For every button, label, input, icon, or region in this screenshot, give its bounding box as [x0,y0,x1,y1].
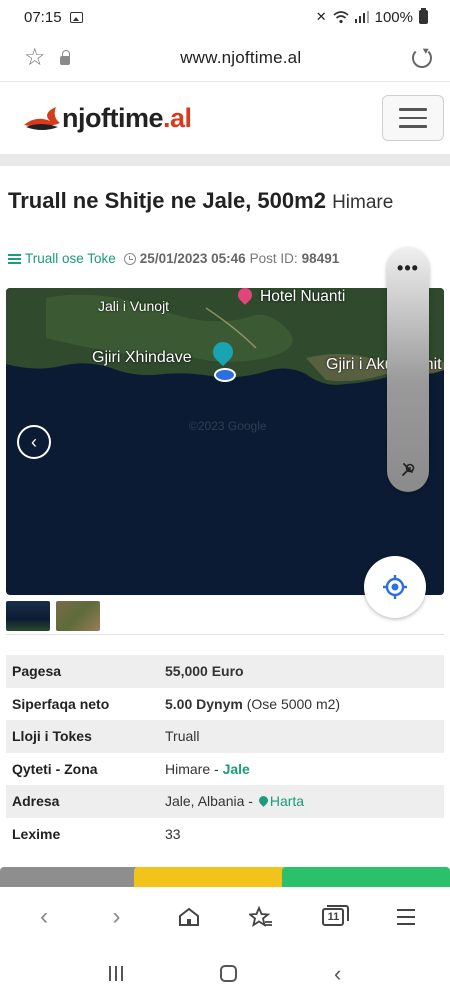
listing-title: Truall ne Shitje ne Jale, 500m2 Himare [8,188,448,214]
table-row: Adresa Jale, Albania - Harta [6,785,444,818]
system-back-icon[interactable]: ‹ [334,961,341,987]
price-value: 55,000 Euro [165,663,244,680]
table-row: Qyteti - Zona Himare - Jale [6,753,444,786]
status-bar: 07:15 ✕ 100% [0,0,450,34]
listing-location: Himare [332,192,394,213]
map-watermark: ©2023 Google [189,419,267,433]
browser-url-bar: ☆ www.njoftime.al [0,34,450,82]
detail-value: 5.00 Dynym (Ose 5000 m2) [159,688,444,721]
header-divider [0,154,450,166]
system-nav-bar: ‹ [0,947,450,1000]
detail-key: Adresa [6,785,159,818]
listing-meta: Truall ose Toke 25/01/2023 05:46 Post ID… [8,251,339,266]
browser-toolbar: ‹ › 11 [0,887,450,947]
url-text[interactable]: www.njoftime.al [180,48,301,68]
detail-key: Siperfaqa neto [12,695,110,712]
site-logo[interactable]: njoftime .al [22,103,192,134]
detail-key: Qyteti - Zona [12,760,98,777]
map-label-gjiri-x: Gjiri Xhindave [92,349,192,366]
detail-value: Jale, Albania - Harta [159,785,444,818]
action-button-green[interactable] [282,867,450,889]
address-text: Jale, Albania - [165,793,257,810]
star-icon[interactable]: ☆ [24,45,46,70]
home-icon[interactable] [169,897,209,937]
section-divider [6,634,444,635]
signal-icon [354,11,369,23]
mute-icon: ✕ [315,9,327,24]
map-image-carousel[interactable]: Hotel Nuanti Jali i Vunojt Gjiri Xhindav… [6,288,444,595]
city-text: Himare - [165,760,223,777]
back-icon[interactable]: ‹ [24,897,64,937]
menu-icon[interactable] [386,897,426,937]
detail-value: Truall [159,720,444,753]
battery-level: 100% [374,8,413,26]
table-row: Siperfaqa neto 5.00 Dynym (Ose 5000 m2) [6,688,444,721]
pin-off-icon[interactable] [398,460,418,480]
table-row: Pagesa 55,000 Euro [6,655,444,688]
floating-side-panel[interactable]: ••• [387,248,429,492]
my-location-button[interactable] [364,556,426,618]
logo-bird-icon [24,107,60,130]
area-value: 5.00 Dynym [165,695,243,712]
post-id: 98491 [301,251,340,266]
category-label: Truall ose Toke [25,251,116,266]
battery-icon [419,8,428,24]
details-table: Pagesa 55,000 Euro Siperfaqa neto 5.00 D… [6,655,444,850]
bookmarks-icon[interactable] [241,897,281,937]
reload-icon[interactable] [412,47,432,68]
clock-icon [123,252,136,265]
logo-name: njoftime [62,102,164,133]
detail-value: 33 [165,825,181,842]
action-button-gray[interactable] [0,867,154,889]
tabs-button[interactable]: 11 [313,897,353,937]
thumbnail-strip [6,601,100,631]
forward-icon[interactable]: › [96,897,136,937]
location-marker-icon [214,368,236,382]
map-label-jali: Jali i Vunojt [98,298,170,314]
map-link[interactable]: Harta [270,793,304,809]
my-location-icon [383,575,407,599]
detail-key: Lloji i Tokes [6,720,159,753]
table-row: Lexime 33 [6,818,444,851]
category-link[interactable]: Truall ose Toke [8,251,116,266]
list-icon [8,253,21,264]
tabs-icon: 11 [322,905,350,926]
detail-value: 55,000 Euro [159,655,444,688]
status-time: 07:15 [24,8,62,26]
detail-value: Himare - Jale [159,753,444,786]
post-id-label: Post ID: [249,251,298,266]
zone-link[interactable]: Jale [223,761,250,777]
post-date: 25/01/2023 05:46 [139,251,246,266]
area-extra: (Ose 5000 m2) [246,695,341,712]
map-terrain [6,288,444,385]
listing-title-text: Truall ne Shitje ne Jale, 500m2 [8,188,326,213]
table-row: Lloji i Tokes Truall [6,720,444,753]
thumbnail-2[interactable] [56,601,100,631]
site-header: njoftime .al [0,82,450,154]
hamburger-menu-button[interactable] [382,95,444,141]
lock-icon[interactable] [59,49,70,65]
detail-key: Pagesa [6,655,159,688]
map-label-hotel: Hotel Nuanti [260,288,346,305]
wifi-icon [333,10,349,23]
gallery-icon [69,11,83,23]
logo-tld: .al [163,102,192,133]
system-home-icon[interactable] [219,965,237,982]
chevron-left-icon[interactable]: ‹ [17,425,51,459]
detail-key: Lexime [12,825,61,842]
thumbnail-1[interactable] [6,601,50,631]
more-options-icon[interactable]: ••• [387,258,429,279]
map-pin-icon [256,794,270,808]
recent-apps-icon[interactable] [108,966,123,981]
